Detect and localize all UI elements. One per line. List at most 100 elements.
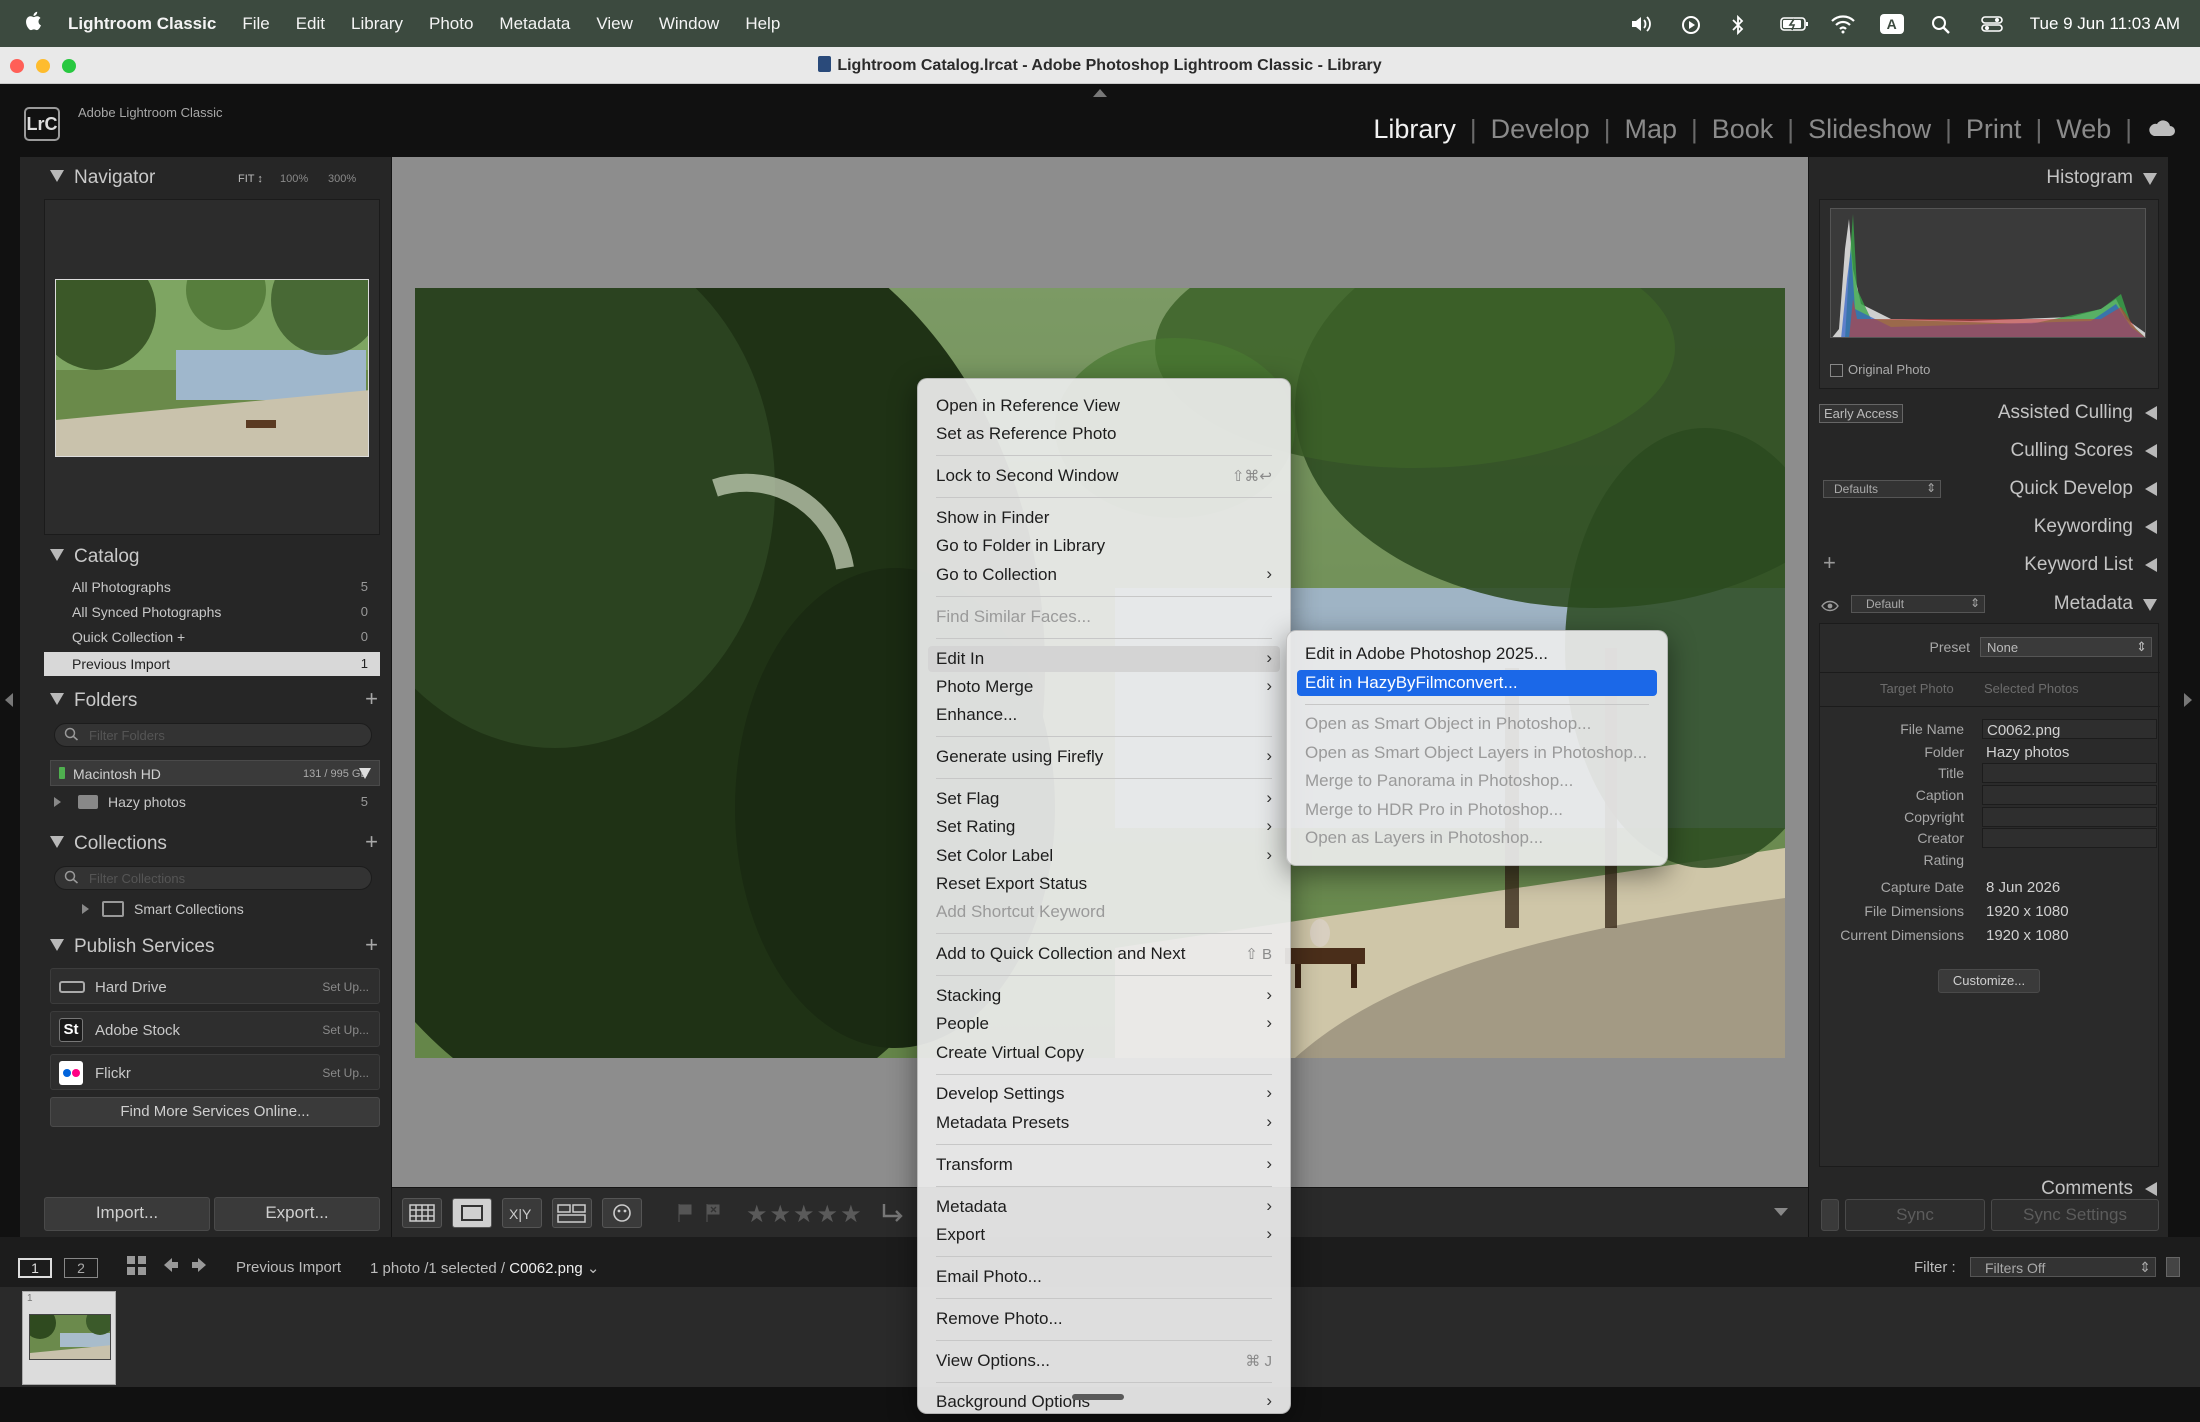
metadata-creator[interactable]: Creator — [1819, 828, 2164, 850]
original-photo-checkbox[interactable] — [1830, 364, 1843, 377]
zoom-300[interactable]: 300% — [328, 173, 356, 185]
metadata-title[interactable]: Title — [1819, 763, 2164, 785]
import-button[interactable]: Import... — [44, 1197, 210, 1231]
add-folder-icon[interactable]: + — [365, 686, 378, 712]
menu-item-enhance[interactable]: Enhance... — [928, 702, 1280, 728]
spotlight-search-icon[interactable] — [1930, 14, 1954, 34]
left-panel-edge[interactable] — [0, 157, 20, 1237]
sync-settings-button[interactable]: Sync Settings — [1991, 1199, 2159, 1231]
menu-item-open-in-reference-view[interactable]: Open in Reference View — [928, 393, 1280, 419]
module-web[interactable]: Web — [2042, 114, 2125, 145]
keyword-list-header[interactable]: + Keyword List — [1809, 548, 2169, 582]
module-develop[interactable]: Develop — [1477, 114, 1604, 145]
folder-hazy-photos[interactable]: Hazy photos 5 — [44, 790, 380, 814]
survey-view-button[interactable] — [552, 1198, 592, 1228]
navigator-header[interactable]: Navigator FIT ↕ 100% 300% — [20, 161, 392, 195]
catalog-item-all-synced[interactable]: All Synced Photographs 0 — [44, 600, 380, 624]
add-collection-icon[interactable]: + — [365, 829, 378, 855]
people-view-button[interactable] — [602, 1198, 642, 1228]
control-center-icon[interactable] — [1980, 14, 2004, 34]
menu-item-transform[interactable]: Transform › — [928, 1152, 1280, 1178]
grid-view-button[interactable] — [402, 1198, 442, 1228]
compare-view-button[interactable]: X|Y — [502, 1198, 542, 1228]
menu-window[interactable]: Window — [659, 14, 719, 34]
metadata-folder[interactable]: Folder Hazy photos — [1819, 742, 2164, 764]
quick-develop-header[interactable]: Defaults ⇕ Quick Develop — [1809, 472, 2169, 506]
filter-select[interactable]: Filters Off ⇕ — [1970, 1257, 2156, 1277]
menu-item-reset-export-status[interactable]: Reset Export Status — [928, 871, 1280, 897]
toolbar-options-chevron-icon[interactable] — [1774, 1208, 1788, 1216]
zoom-100[interactable]: 100% — [280, 173, 308, 185]
menu-item-metadata-presets[interactable]: Metadata Presets › — [928, 1110, 1280, 1136]
apple-icon[interactable] — [24, 10, 46, 38]
rotate-icon[interactable] — [878, 1200, 908, 1231]
menu-item-export[interactable]: Export › — [928, 1222, 1280, 1248]
input-source-badge[interactable]: A — [1879, 13, 1904, 34]
menu-item-lock-to-second-window[interactable]: Lock to Second Window ⇧⌘↩ — [928, 463, 1280, 489]
right-panel-edge[interactable] — [2168, 157, 2200, 1237]
target-photo-toggle[interactable]: Target Photo — [1880, 681, 1954, 696]
menu-item-set-flag[interactable]: Set Flag › — [928, 786, 1280, 812]
main-window-button[interactable]: 1 — [18, 1258, 52, 1278]
publish-hard-drive[interactable]: Hard Drive Set Up... — [50, 968, 380, 1004]
filmstrip-source[interactable]: Previous Import — [236, 1259, 341, 1276]
metadata-copyright[interactable]: Copyright — [1819, 807, 2164, 829]
publish-flickr[interactable]: Flickr Set Up... — [50, 1054, 380, 1090]
rating-stars[interactable]: ★★★★★ — [746, 1200, 864, 1229]
metadata-preset-value-select[interactable]: None ⇕ — [1980, 637, 2152, 657]
menu-photo[interactable]: Photo — [429, 14, 473, 34]
module-print[interactable]: Print — [1952, 114, 2036, 145]
catalog-item-previous-import[interactable]: Previous Import 1 — [44, 652, 380, 676]
setup-adobe-stock[interactable]: Set Up... — [322, 1023, 369, 1037]
folders-header[interactable]: Folders + — [20, 684, 392, 718]
volume-disclosure-icon[interactable] — [359, 768, 371, 779]
metadata-file-name[interactable]: File Name C0062.png — [1819, 719, 2164, 741]
histogram-header[interactable]: Histogram — [1809, 161, 2169, 195]
keywording-header[interactable]: Keywording — [1809, 510, 2169, 544]
menu-item-set-color-label[interactable]: Set Color Label › — [928, 843, 1280, 869]
grid-icon[interactable] — [126, 1255, 148, 1281]
collection-disclosure-icon[interactable] — [82, 904, 89, 914]
loupe-view-button[interactable] — [452, 1198, 492, 1228]
add-keyword-icon[interactable]: + — [1823, 550, 1836, 576]
filter-lock-icon[interactable] — [2166, 1257, 2180, 1277]
menu-item-go-to-collection[interactable]: Go to Collection › — [928, 562, 1280, 588]
flag-reject-icon[interactable] — [704, 1202, 724, 1229]
menu-app-name[interactable]: Lightroom Classic — [68, 14, 216, 34]
wifi-icon[interactable] — [1830, 14, 1855, 34]
menu-item-go-to-folder-in-library[interactable]: Go to Folder in Library — [928, 533, 1280, 559]
setup-hard-drive[interactable]: Set Up... — [322, 980, 369, 994]
sync-button[interactable]: Sync — [1845, 1199, 1985, 1231]
module-library[interactable]: Library — [1359, 114, 1470, 145]
metadata-rating[interactable]: Rating — [1819, 850, 2164, 872]
menu-metadata[interactable]: Metadata — [499, 14, 570, 34]
flag-pick-icon[interactable] — [676, 1202, 696, 1229]
menu-library[interactable]: Library — [351, 14, 403, 34]
menu-help[interactable]: Help — [745, 14, 780, 34]
menu-item-create-virtual-copy[interactable]: Create Virtual Copy — [928, 1040, 1280, 1066]
menu-item-edit-in[interactable]: Edit In › — [928, 645, 1280, 672]
folder-disclosure-icon[interactable] — [54, 797, 61, 807]
menu-item-photo-merge[interactable]: Photo Merge › — [928, 674, 1280, 700]
publish-services-header[interactable]: Publish Services + — [20, 930, 392, 964]
menu-item-people[interactable]: People › — [928, 1011, 1280, 1037]
metadata-visibility-icon[interactable] — [1821, 597, 1839, 619]
menu-item-view-options[interactable]: View Options... ⌘ J — [928, 1348, 1280, 1374]
volume-macintosh-hd[interactable]: Macintosh HD 131 / 995 GB — [50, 760, 380, 786]
metadata-capture-date[interactable]: Capture Date 8 Jun 2026 — [1819, 877, 2164, 899]
bluetooth-icon[interactable] — [1730, 14, 1754, 35]
navigator-preview[interactable] — [44, 199, 380, 535]
menu-view[interactable]: View — [596, 14, 633, 34]
export-button[interactable]: Export... — [214, 1197, 380, 1231]
cloud-icon[interactable] — [2132, 114, 2176, 145]
setup-flickr[interactable]: Set Up... — [322, 1066, 369, 1080]
back-arrow-icon[interactable] — [160, 1255, 180, 1279]
zoom-fit[interactable]: FIT ↕ — [238, 173, 263, 185]
customize-metadata-button[interactable]: Customize... — [1938, 969, 2040, 993]
submenu-item-edit-in-hazybyfilmconvert[interactable]: Edit in HazyByFilmconvert... — [1297, 669, 1657, 696]
filter-folders-input[interactable]: Filter Folders — [54, 723, 372, 747]
menu-item-show-in-finder[interactable]: Show in Finder — [928, 505, 1280, 531]
quick-develop-preset-select[interactable]: Defaults ⇕ — [1823, 480, 1941, 498]
collection-smart-collections[interactable]: Smart Collections — [44, 897, 380, 921]
menu-item-remove-photo[interactable]: Remove Photo... — [928, 1306, 1280, 1332]
